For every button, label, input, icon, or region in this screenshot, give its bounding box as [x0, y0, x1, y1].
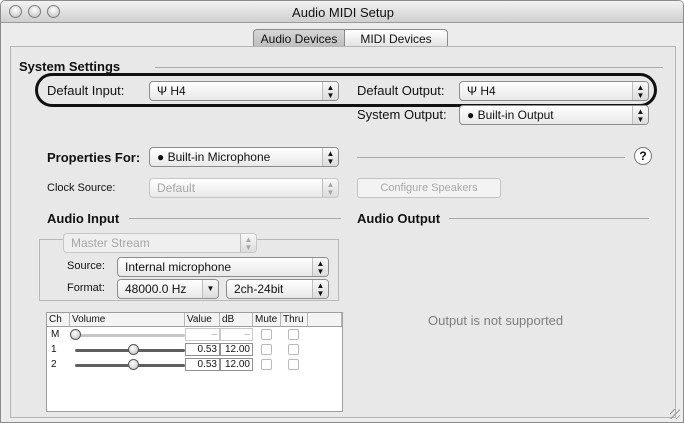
system-settings-heading: System Settings [19, 59, 121, 74]
stepper-arrows-icon: ▲ ▼ [322, 148, 338, 166]
format-label: Format: [67, 282, 105, 294]
default-output-popup[interactable]: Ψ H4 ▲ ▼ [459, 81, 649, 101]
volume-slider[interactable] [127, 359, 139, 370]
row-1-mute-checkbox[interactable] [261, 344, 272, 355]
stepper-arrows-icon: ▲ ▼ [322, 82, 338, 100]
volume-slider[interactable] [69, 329, 81, 340]
row-1-thru-checkbox[interactable] [288, 344, 299, 355]
source-label: Source: [67, 260, 105, 272]
header-thru: Thru [281, 313, 308, 327]
default-output-label: Default Output: [357, 83, 445, 98]
dropdown-arrow-icon: ▼ [202, 280, 218, 298]
row-m-channel: M [51, 329, 60, 340]
header-ch: Ch [47, 313, 70, 327]
stepper-arrows-icon: ▲ ▼ [632, 106, 648, 124]
properties-for-popup[interactable]: ● Built-in Microphone ▲ ▼ [149, 147, 339, 167]
stepper-arrows-icon: ▲ ▼ [312, 258, 328, 276]
stepper-arrows-icon: ▲ ▼ [240, 234, 256, 252]
row-1-db[interactable]: 12.00 [220, 343, 253, 356]
default-output-value: H4 [480, 84, 496, 98]
title-bar: Audio MIDI Setup [1, 1, 683, 23]
volume-track [75, 334, 185, 337]
stepper-arrows-icon: ▲ ▼ [312, 280, 328, 298]
section-divider [129, 218, 341, 219]
audio-input-heading: Audio Input [47, 211, 120, 226]
system-output-popup[interactable]: ● Built-in Output ▲ ▼ [459, 105, 649, 125]
format-bits-value: 2ch-24bit [234, 282, 284, 296]
usb-icon: Ψ [157, 84, 168, 98]
header-db: dB [220, 313, 253, 327]
system-output-label: System Output: [357, 107, 447, 122]
row-m-thru-checkbox[interactable] [288, 329, 299, 340]
row-m-mute-checkbox[interactable] [261, 329, 272, 340]
apple-icon: ● [467, 108, 475, 122]
window-title: Audio MIDI Setup [292, 5, 394, 20]
row-2-thru-checkbox[interactable] [288, 359, 299, 370]
properties-for-value: Built-in Microphone [167, 150, 271, 164]
row-2-value[interactable]: 0.53 [185, 358, 220, 371]
default-input-popup[interactable]: Ψ H4 ▲ ▼ [149, 81, 339, 101]
stepper-arrows-icon: ▲ ▼ [322, 179, 338, 197]
section-divider [357, 157, 625, 158]
row-1-channel: 1 [51, 344, 57, 355]
row-2-mute-checkbox[interactable] [261, 359, 272, 370]
system-output-value: Built-in Output [477, 108, 554, 122]
row-m-db[interactable]: – [220, 328, 253, 341]
output-not-supported-message: Output is not supported [428, 313, 564, 328]
header-volume: Volume [70, 313, 185, 327]
header-mute: Mute [253, 313, 281, 327]
format-bits-popup[interactable]: 2ch-24bit ▲ ▼ [226, 279, 329, 299]
row-1-value[interactable]: 0.53 [185, 343, 220, 356]
row-m-value[interactable]: – [185, 328, 220, 341]
configure-speakers-button[interactable]: Configure Speakers [357, 178, 501, 198]
help-button[interactable]: ? [634, 147, 652, 165]
header-spacer [308, 313, 342, 327]
audio-midi-window: Audio MIDI Setup Audio Devices MIDI Devi… [0, 0, 684, 423]
resize-grip[interactable] [670, 409, 680, 419]
source-popup[interactable]: Internal microphone ▲ ▼ [117, 257, 329, 277]
volume-slider[interactable] [127, 344, 139, 355]
apple-icon: ● [157, 150, 165, 164]
default-input-label: Default Input: [47, 83, 125, 98]
master-stream-value: Master Stream [71, 236, 150, 250]
row-2-db[interactable]: 12.00 [220, 358, 253, 371]
header-value: Value [185, 313, 220, 327]
default-input-value: H4 [170, 84, 186, 98]
master-stream-popup[interactable]: Master Stream ▲ ▼ [63, 233, 257, 253]
channel-table: Ch Volume Value dB Mute Thru M – – 1 0.5… [46, 312, 343, 412]
source-value: Internal microphone [125, 260, 232, 274]
stepper-arrows-icon: ▲ ▼ [632, 82, 648, 100]
format-rate-popup[interactable]: 48000.0 Hz ▼ [117, 279, 219, 299]
row-2-channel: 2 [51, 359, 57, 370]
clock-source-label: Clock Source: [47, 182, 116, 194]
audio-output-heading: Audio Output [357, 211, 441, 226]
properties-for-label: Properties For: [47, 150, 141, 165]
clock-source-value: Default [157, 181, 196, 195]
section-divider [449, 218, 649, 219]
usb-icon: Ψ [467, 84, 478, 98]
format-rate-value: 48000.0 Hz [125, 282, 187, 296]
clock-source-popup[interactable]: Default ▲ ▼ [149, 178, 339, 198]
section-divider [155, 67, 663, 68]
